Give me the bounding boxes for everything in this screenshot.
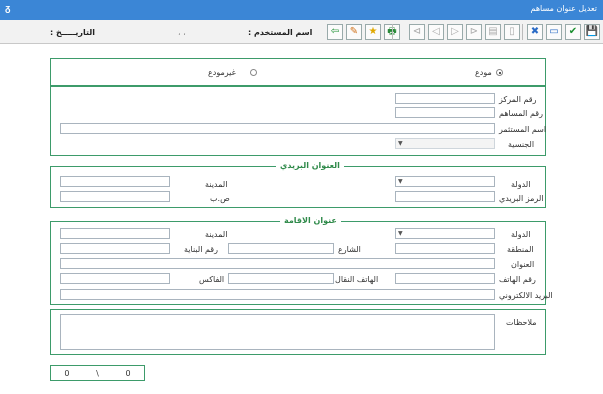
toolbar-separator: [392, 24, 393, 40]
phone-field[interactable]: [395, 273, 495, 284]
previous-record-icon: ◁: [432, 26, 440, 37]
address-field[interactable]: [60, 258, 495, 269]
notes-button[interactable]: ✎: [346, 24, 362, 40]
next-record-button[interactable]: ▷: [447, 24, 463, 40]
confirm-button[interactable]: ✔: [565, 24, 581, 40]
monitor-icon: ▭: [549, 26, 559, 37]
chevron-down-icon: ▼: [398, 140, 403, 147]
building-no-label: رقم البناية: [184, 245, 218, 254]
shareholder-no-field[interactable]: [395, 107, 495, 118]
residence-country-select[interactable]: ▼: [395, 228, 495, 239]
first-record-button[interactable]: ⊲: [409, 24, 425, 40]
building-no-field[interactable]: [60, 243, 170, 254]
last-record-icon: ⊳: [469, 26, 479, 37]
address-label: العنوان: [511, 260, 535, 269]
folder-button[interactable]: ▤: [485, 24, 501, 40]
postal-country-label: الدولة: [511, 180, 531, 189]
deposited-radio[interactable]: [496, 69, 503, 76]
residence-city-field[interactable]: [60, 228, 170, 239]
postal-code-label: الرمز البريدي: [499, 194, 544, 203]
record-counter: 0 \ 0: [50, 365, 145, 381]
nationality-label: الجنسية: [508, 140, 535, 149]
toolbar: اسم المستخدم : ، ، التاريـــــخ : 💾 ✔ ▭ ✖ ▯ ▤…: [0, 20, 603, 44]
nationality-select[interactable]: ▼: [395, 138, 495, 149]
investor-name-label: اسم المستثمر: [499, 125, 547, 134]
toolbar-separator: [522, 24, 523, 40]
phone-label: رقم الهاتف: [499, 275, 536, 284]
fax-field[interactable]: [60, 273, 170, 284]
street-field[interactable]: [228, 243, 334, 254]
street-label: الشارع: [338, 245, 361, 254]
po-box-label: ص.ب: [210, 194, 230, 203]
notes-icon: ✎: [349, 26, 359, 37]
confirm-icon: ✔: [568, 26, 578, 37]
date-label: التاريـــــخ :: [50, 28, 96, 37]
depositor-panel: [50, 58, 546, 86]
postal-address-legend: العنوان البريدي: [276, 161, 344, 170]
shareholder-no-label: رقم المساهم: [499, 109, 543, 118]
new-document-button[interactable]: ▯: [504, 24, 520, 40]
user-name-label: اسم المستخدم :: [248, 28, 313, 37]
postal-city-field[interactable]: [60, 176, 170, 187]
notes-label: ملاحظات: [506, 318, 537, 327]
region-label: المنطقة: [507, 245, 534, 254]
residence-city-label: المدينة: [205, 230, 228, 239]
monitor-button[interactable]: ▭: [546, 24, 562, 40]
chevron-down-icon: ▼: [398, 178, 403, 185]
window-titlebar: ᵹ تعديل عنوان مساهم: [0, 0, 603, 20]
next-record-icon: ▷: [451, 26, 459, 37]
region-field[interactable]: [395, 243, 495, 254]
previous-record-button[interactable]: ◁: [428, 24, 444, 40]
po-box-field[interactable]: [60, 191, 170, 202]
postal-country-select[interactable]: ▼: [395, 176, 495, 187]
not-deposited-label: غيرمودع: [208, 68, 236, 77]
record-counter-separator: \: [96, 368, 99, 378]
delete-icon: ✖: [530, 26, 540, 37]
email-label: البريد الالكتروني: [499, 291, 553, 300]
fax-label: الفاكس: [199, 275, 225, 284]
last-record-button[interactable]: ⊳: [466, 24, 482, 40]
delete-button[interactable]: ✖: [527, 24, 543, 40]
residence-country-label: الدولة: [511, 230, 531, 239]
residence-address-legend: عنوان الاقامة: [280, 216, 341, 225]
record-counter-current: 0: [64, 368, 70, 378]
postal-city-label: المدينة: [205, 180, 228, 189]
record-counter-total: 0: [125, 368, 131, 378]
email-field[interactable]: [60, 289, 495, 300]
save-icon: 💾: [585, 26, 599, 37]
mobile-field[interactable]: [228, 273, 334, 284]
chevron-down-icon: ▼: [398, 230, 403, 237]
deposited-label: مودع: [475, 68, 492, 77]
user-name-value: ، ،: [178, 28, 186, 37]
folder-icon: ▤: [488, 26, 498, 37]
first-record-icon: ⊲: [412, 26, 422, 37]
favorite-icon: ★: [368, 26, 378, 37]
notes-textarea[interactable]: [60, 314, 495, 350]
exit-button[interactable]: ⇦: [327, 24, 343, 40]
exit-icon: ⇦: [330, 26, 340, 37]
window-title: تعديل عنوان مساهم: [530, 4, 597, 13]
postal-code-field[interactable]: [395, 191, 495, 202]
save-button[interactable]: 💾: [584, 24, 600, 40]
center-no-label: رقم المركز: [499, 95, 537, 104]
favorite-button[interactable]: ★: [365, 24, 381, 40]
app-icon[interactable]: ᵹ: [5, 3, 10, 14]
mobile-label: الهاتف النقال: [335, 275, 379, 284]
investor-name-field[interactable]: [60, 123, 495, 134]
center-no-field[interactable]: [395, 93, 495, 104]
not-deposited-radio[interactable]: [250, 69, 257, 76]
new-document-icon: ▯: [509, 26, 515, 37]
